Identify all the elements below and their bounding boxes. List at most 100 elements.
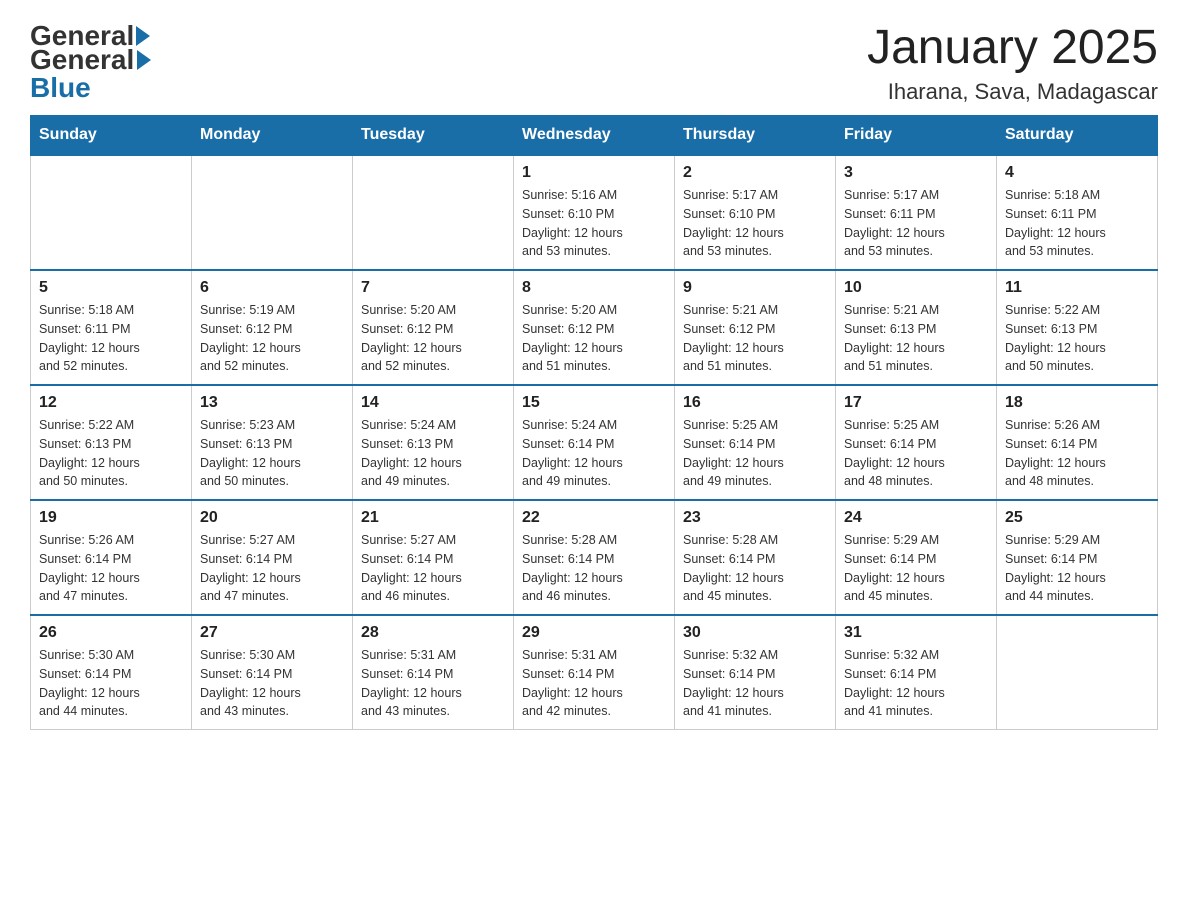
day-number: 20 <box>200 509 344 527</box>
calendar-cell: 30 Sunrise: 5:32 AM Sunset: 6:14 PM Dayli… <box>675 615 836 730</box>
day-number: 12 <box>39 394 183 412</box>
calendar-cell: 22Sunrise: 5:28 AM Sunset: 6:14 PM Dayli… <box>514 500 675 615</box>
day-number: 17 <box>844 394 988 412</box>
weekday-header-tuesday: Tuesday <box>353 116 514 156</box>
day-number: 7 <box>361 279 505 297</box>
calendar-cell: 18Sunrise: 5:26 AM Sunset: 6:14 PM Dayli… <box>997 385 1158 500</box>
calendar-cell: 14Sunrise: 5:24 AM Sunset: 6:13 PM Dayli… <box>353 385 514 500</box>
calendar-cell: 28Sunrise: 5:31 AM Sunset: 6:14 PM Dayli… <box>353 615 514 730</box>
calendar-cell: 8Sunrise: 5:20 AM Sunset: 6:12 PM Daylig… <box>514 270 675 385</box>
calendar-cell: 2 Sunrise: 5:17 AM Sunset: 6:10 PM Daylig… <box>675 155 836 270</box>
calendar-cell: 27 Sunrise: 5:30 AM Sunset: 6:14 PM Dayli… <box>192 615 353 730</box>
calendar-cell: 4 Sunrise: 5:18 AM Sunset: 6:11 PM Daylig… <box>997 155 1158 270</box>
day-number: 30 <box>683 624 827 642</box>
calendar-cell: 1 Sunrise: 5:16 AM Sunset: 6:10 PM Daylig… <box>514 155 675 270</box>
calendar-cell <box>353 155 514 270</box>
day-number: 26 <box>39 624 183 642</box>
calendar-cell: 15 Sunrise: 5:24 AM Sunset: 6:14 PM Dayli… <box>514 385 675 500</box>
calendar-cell: 24 Sunrise: 5:29 AM Sunset: 6:14 PM Dayli… <box>836 500 997 615</box>
location-title: Iharana, Sava, Madagascar <box>867 79 1158 105</box>
calendar-cell: 9 Sunrise: 5:21 AM Sunset: 6:12 PM Daylig… <box>675 270 836 385</box>
logo-blue-text: Blue <box>30 72 91 104</box>
title-section: January 2025 Iharana, Sava, Madagascar <box>867 20 1158 105</box>
logo: General General Blue <box>30 20 154 104</box>
day-number: 19 <box>39 509 183 527</box>
day-info: Sunrise: 5:24 AM Sunset: 6:14 PM Dayligh… <box>522 416 666 491</box>
calendar-week-row: 1 Sunrise: 5:16 AM Sunset: 6:10 PM Daylig… <box>31 155 1158 270</box>
calendar-cell: 11 Sunrise: 5:22 AM Sunset: 6:13 PM Dayli… <box>997 270 1158 385</box>
day-info: Sunrise: 5:16 AM Sunset: 6:10 PM Dayligh… <box>522 186 666 261</box>
day-info: Sunrise: 5:21 AM Sunset: 6:13 PM Dayligh… <box>844 301 988 376</box>
day-number: 2 <box>683 164 827 182</box>
calendar-cell: 16Sunrise: 5:25 AM Sunset: 6:14 PM Dayli… <box>675 385 836 500</box>
calendar-cell: 31 Sunrise: 5:32 AM Sunset: 6:14 PM Dayli… <box>836 615 997 730</box>
day-number: 22 <box>522 509 666 527</box>
day-number: 23 <box>683 509 827 527</box>
weekday-header-friday: Friday <box>836 116 997 156</box>
day-info: Sunrise: 5:17 AM Sunset: 6:11 PM Dayligh… <box>844 186 988 261</box>
calendar-cell <box>997 615 1158 730</box>
calendar-cell: 5Sunrise: 5:18 AM Sunset: 6:11 PM Daylig… <box>31 270 192 385</box>
day-info: Sunrise: 5:25 AM Sunset: 6:14 PM Dayligh… <box>844 416 988 491</box>
day-info: Sunrise: 5:21 AM Sunset: 6:12 PM Dayligh… <box>683 301 827 376</box>
day-info: Sunrise: 5:27 AM Sunset: 6:14 PM Dayligh… <box>200 531 344 606</box>
calendar-week-row: 19Sunrise: 5:26 AM Sunset: 6:14 PM Dayli… <box>31 500 1158 615</box>
day-number: 25 <box>1005 509 1149 527</box>
calendar-cell: 10 Sunrise: 5:21 AM Sunset: 6:13 PM Dayli… <box>836 270 997 385</box>
calendar-cell <box>192 155 353 270</box>
day-info: Sunrise: 5:22 AM Sunset: 6:13 PM Dayligh… <box>39 416 183 491</box>
logo-triangle-icon <box>137 50 151 70</box>
day-info: Sunrise: 5:20 AM Sunset: 6:12 PM Dayligh… <box>361 301 505 376</box>
day-info: Sunrise: 5:32 AM Sunset: 6:14 PM Dayligh… <box>683 646 827 721</box>
day-info: Sunrise: 5:27 AM Sunset: 6:14 PM Dayligh… <box>361 531 505 606</box>
day-number: 4 <box>1005 164 1149 182</box>
day-info: Sunrise: 5:24 AM Sunset: 6:13 PM Dayligh… <box>361 416 505 491</box>
weekday-header-sunday: Sunday <box>31 116 192 156</box>
day-info: Sunrise: 5:18 AM Sunset: 6:11 PM Dayligh… <box>39 301 183 376</box>
calendar-cell: 3 Sunrise: 5:17 AM Sunset: 6:11 PM Daylig… <box>836 155 997 270</box>
day-number: 13 <box>200 394 344 412</box>
day-number: 28 <box>361 624 505 642</box>
day-info: Sunrise: 5:22 AM Sunset: 6:13 PM Dayligh… <box>1005 301 1149 376</box>
calendar-cell: 17 Sunrise: 5:25 AM Sunset: 6:14 PM Dayli… <box>836 385 997 500</box>
month-title: January 2025 <box>867 20 1158 75</box>
day-number: 27 <box>200 624 344 642</box>
weekday-header-thursday: Thursday <box>675 116 836 156</box>
day-info: Sunrise: 5:20 AM Sunset: 6:12 PM Dayligh… <box>522 301 666 376</box>
day-info: Sunrise: 5:29 AM Sunset: 6:14 PM Dayligh… <box>1005 531 1149 606</box>
calendar-cell: 23 Sunrise: 5:28 AM Sunset: 6:14 PM Dayli… <box>675 500 836 615</box>
day-info: Sunrise: 5:29 AM Sunset: 6:14 PM Dayligh… <box>844 531 988 606</box>
calendar-cell: 26 Sunrise: 5:30 AM Sunset: 6:14 PM Dayli… <box>31 615 192 730</box>
day-number: 29 <box>522 624 666 642</box>
day-number: 24 <box>844 509 988 527</box>
day-number: 1 <box>522 164 666 182</box>
calendar-week-row: 12 Sunrise: 5:22 AM Sunset: 6:13 PM Dayli… <box>31 385 1158 500</box>
weekday-header-wednesday: Wednesday <box>514 116 675 156</box>
calendar-cell: 6Sunrise: 5:19 AM Sunset: 6:12 PM Daylig… <box>192 270 353 385</box>
day-number: 15 <box>522 394 666 412</box>
weekday-header-monday: Monday <box>192 116 353 156</box>
day-info: Sunrise: 5:18 AM Sunset: 6:11 PM Dayligh… <box>1005 186 1149 261</box>
page-header: General General Blue January 2025 Iharan… <box>30 20 1158 105</box>
calendar-cell: 29Sunrise: 5:31 AM Sunset: 6:14 PM Dayli… <box>514 615 675 730</box>
calendar-cell: 13 Sunrise: 5:23 AM Sunset: 6:13 PM Dayli… <box>192 385 353 500</box>
calendar-cell <box>31 155 192 270</box>
day-info: Sunrise: 5:32 AM Sunset: 6:14 PM Dayligh… <box>844 646 988 721</box>
day-number: 3 <box>844 164 988 182</box>
day-number: 10 <box>844 279 988 297</box>
day-number: 18 <box>1005 394 1149 412</box>
day-info: Sunrise: 5:23 AM Sunset: 6:13 PM Dayligh… <box>200 416 344 491</box>
day-info: Sunrise: 5:17 AM Sunset: 6:10 PM Dayligh… <box>683 186 827 261</box>
calendar-cell: 25 Sunrise: 5:29 AM Sunset: 6:14 PM Dayli… <box>997 500 1158 615</box>
calendar-table: SundayMondayTuesdayWednesdayThursdayFrid… <box>30 115 1158 730</box>
day-number: 11 <box>1005 279 1149 297</box>
calendar-cell: 19Sunrise: 5:26 AM Sunset: 6:14 PM Dayli… <box>31 500 192 615</box>
day-info: Sunrise: 5:30 AM Sunset: 6:14 PM Dayligh… <box>39 646 183 721</box>
weekday-header-saturday: Saturday <box>997 116 1158 156</box>
day-number: 9 <box>683 279 827 297</box>
day-info: Sunrise: 5:30 AM Sunset: 6:14 PM Dayligh… <box>200 646 344 721</box>
calendar-cell: 12 Sunrise: 5:22 AM Sunset: 6:13 PM Dayli… <box>31 385 192 500</box>
day-info: Sunrise: 5:19 AM Sunset: 6:12 PM Dayligh… <box>200 301 344 376</box>
day-info: Sunrise: 5:28 AM Sunset: 6:14 PM Dayligh… <box>683 531 827 606</box>
day-number: 31 <box>844 624 988 642</box>
